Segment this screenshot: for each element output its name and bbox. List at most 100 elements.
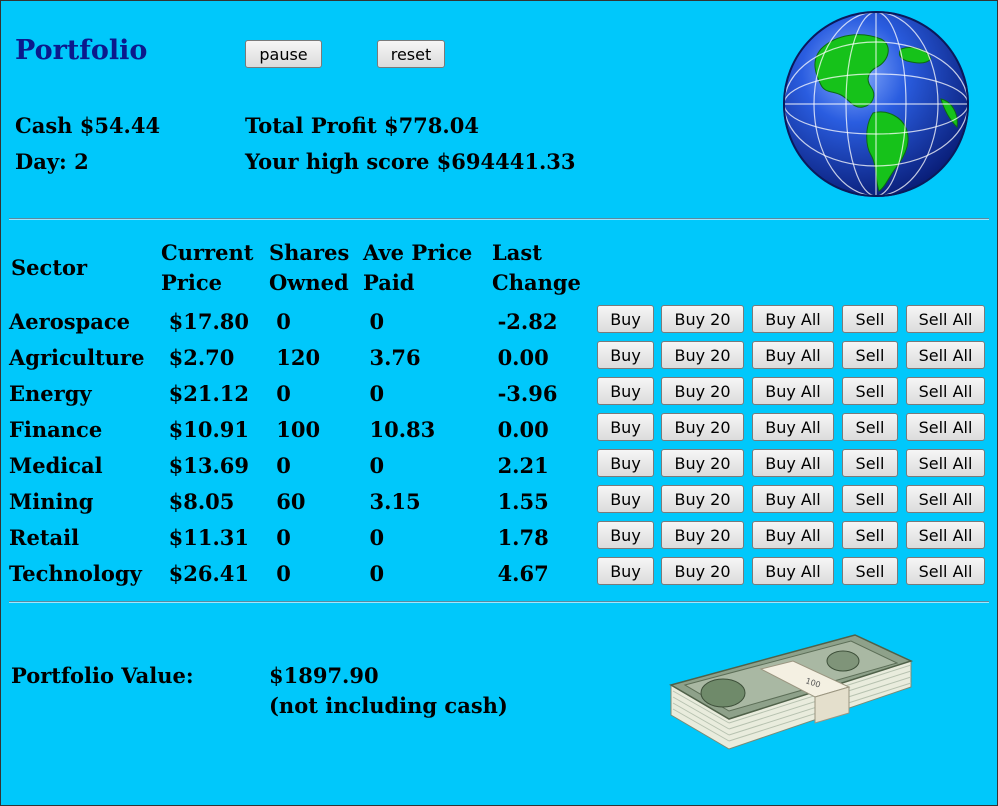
current-price: $21.12 (168, 380, 250, 406)
sell-button[interactable]: Sell (842, 305, 898, 333)
sector-name: Medical (9, 452, 103, 478)
sector-name: Energy (9, 380, 92, 406)
sell-all-button[interactable]: Sell All (906, 449, 985, 477)
sell-all-button[interactable]: Sell All (906, 341, 985, 369)
ave-price-paid: 0 (369, 452, 385, 478)
current-price: $13.69 (168, 452, 250, 478)
shares-owned: 0 (276, 308, 291, 334)
portfolio-value: $1897.90 (269, 663, 379, 688)
sell-button[interactable]: Sell (842, 521, 898, 549)
money-stack-icon: 100 (665, 623, 915, 763)
sector-name: Technology (9, 560, 142, 586)
header-current-price: Current Price (161, 240, 254, 295)
buy-all-button[interactable]: Buy All (752, 521, 834, 549)
table-row: Finance $10.91 100 10.83 0.00 Buy Buy 20… (1, 411, 997, 447)
current-price: $11.31 (168, 524, 250, 550)
current-price: $17.80 (168, 308, 250, 334)
shares-owned: 0 (276, 560, 291, 586)
sell-button[interactable]: Sell (842, 341, 898, 369)
sell-button[interactable]: Sell (842, 485, 898, 513)
buy-20-button[interactable]: Buy 20 (661, 557, 744, 585)
shares-owned: 0 (276, 452, 291, 478)
buy-button[interactable]: Buy (597, 449, 654, 477)
sector-name: Finance (9, 416, 103, 442)
sell-button[interactable]: Sell (842, 413, 898, 441)
buy-all-button[interactable]: Buy All (752, 341, 834, 369)
stocks-table: Aerospace $17.80 0 0 -2.82 Buy Buy 20 Bu… (1, 303, 997, 591)
last-change: 0.00 (497, 344, 549, 370)
buy-button[interactable]: Buy (597, 377, 654, 405)
current-price: $26.41 (168, 560, 250, 586)
last-change: 1.55 (497, 488, 549, 514)
current-price: $8.05 (168, 488, 235, 514)
buy-button[interactable]: Buy (597, 413, 654, 441)
app-window: Portfolio pause reset Cash $54.44 Day: 2… (0, 0, 998, 806)
sell-button[interactable]: Sell (842, 377, 898, 405)
portfolio-value-note: (not including cash) (269, 693, 508, 718)
table-row: Retail $11.31 0 0 1.78 Buy Buy 20 Buy Al… (1, 519, 997, 555)
buy-all-button[interactable]: Buy All (752, 557, 834, 585)
buy-20-button[interactable]: Buy 20 (661, 305, 744, 333)
buy-all-button[interactable]: Buy All (752, 305, 834, 333)
ave-price-paid: 0 (369, 308, 385, 334)
table-row: Energy $21.12 0 0 -3.96 Buy Buy 20 Buy A… (1, 375, 997, 411)
table-row: Medical $13.69 0 0 2.21 Buy Buy 20 Buy A… (1, 447, 997, 483)
buy-20-button[interactable]: Buy 20 (661, 341, 744, 369)
shares-owned: 120 (276, 344, 321, 370)
buy-button[interactable]: Buy (597, 557, 654, 585)
sell-all-button[interactable]: Sell All (906, 413, 985, 441)
sell-all-button[interactable]: Sell All (906, 557, 985, 585)
reset-button[interactable]: reset (377, 40, 445, 68)
high-score-display: Your high score $694441.33 (245, 149, 576, 174)
pause-button[interactable]: pause (245, 40, 322, 68)
last-change: -2.82 (497, 308, 558, 334)
sell-all-button[interactable]: Sell All (906, 377, 985, 405)
buy-20-button[interactable]: Buy 20 (661, 377, 744, 405)
current-price: $2.70 (168, 344, 235, 370)
buy-button[interactable]: Buy (597, 305, 654, 333)
current-price: $10.91 (168, 416, 250, 442)
last-change: 2.21 (497, 452, 549, 478)
shares-owned: 60 (276, 488, 306, 514)
header-shares-owned: Shares Owned (269, 240, 350, 295)
sector-name: Aerospace (9, 308, 130, 334)
buy-all-button[interactable]: Buy All (752, 449, 834, 477)
ave-price-paid: 3.76 (369, 344, 421, 370)
table-row: Aerospace $17.80 0 0 -2.82 Buy Buy 20 Bu… (1, 303, 997, 339)
buy-button[interactable]: Buy (597, 485, 654, 513)
table-row: Mining $8.05 60 3.15 1.55 Buy Buy 20 Buy… (1, 483, 997, 519)
page-title: Portfolio (15, 35, 148, 66)
header-ave-price-paid: Ave Price Paid (363, 240, 473, 295)
ave-price-paid: 10.83 (369, 416, 436, 442)
last-change: 1.78 (497, 524, 549, 550)
ave-price-paid: 3.15 (369, 488, 421, 514)
sector-name: Agriculture (9, 344, 145, 370)
divider-top (9, 218, 989, 220)
buy-20-button[interactable]: Buy 20 (661, 449, 744, 477)
buy-all-button[interactable]: Buy All (752, 413, 834, 441)
ave-price-paid: 0 (369, 560, 385, 586)
sell-all-button[interactable]: Sell All (906, 305, 985, 333)
ave-price-paid: 0 (369, 380, 385, 406)
globe-icon (781, 9, 971, 199)
header-last-change: Last Change (492, 240, 581, 295)
buy-button[interactable]: Buy (597, 521, 654, 549)
buy-20-button[interactable]: Buy 20 (661, 485, 744, 513)
last-change: -3.96 (497, 380, 558, 406)
sector-name: Retail (9, 524, 80, 550)
day-display: Day: 2 (15, 149, 89, 174)
shares-owned: 0 (276, 380, 291, 406)
buy-all-button[interactable]: Buy All (752, 377, 834, 405)
sell-button[interactable]: Sell (842, 449, 898, 477)
sell-all-button[interactable]: Sell All (906, 521, 985, 549)
table-row: Technology $26.41 0 0 4.67 Buy Buy 20 Bu… (1, 555, 997, 591)
buy-20-button[interactable]: Buy 20 (661, 521, 744, 549)
buy-button[interactable]: Buy (597, 341, 654, 369)
buy-all-button[interactable]: Buy All (752, 485, 834, 513)
sell-all-button[interactable]: Sell All (906, 485, 985, 513)
portfolio-value-label: Portfolio Value: (11, 663, 194, 688)
buy-20-button[interactable]: Buy 20 (661, 413, 744, 441)
sell-button[interactable]: Sell (842, 557, 898, 585)
total-profit-display: Total Profit $778.04 (245, 113, 479, 138)
last-change: 0.00 (497, 416, 549, 442)
